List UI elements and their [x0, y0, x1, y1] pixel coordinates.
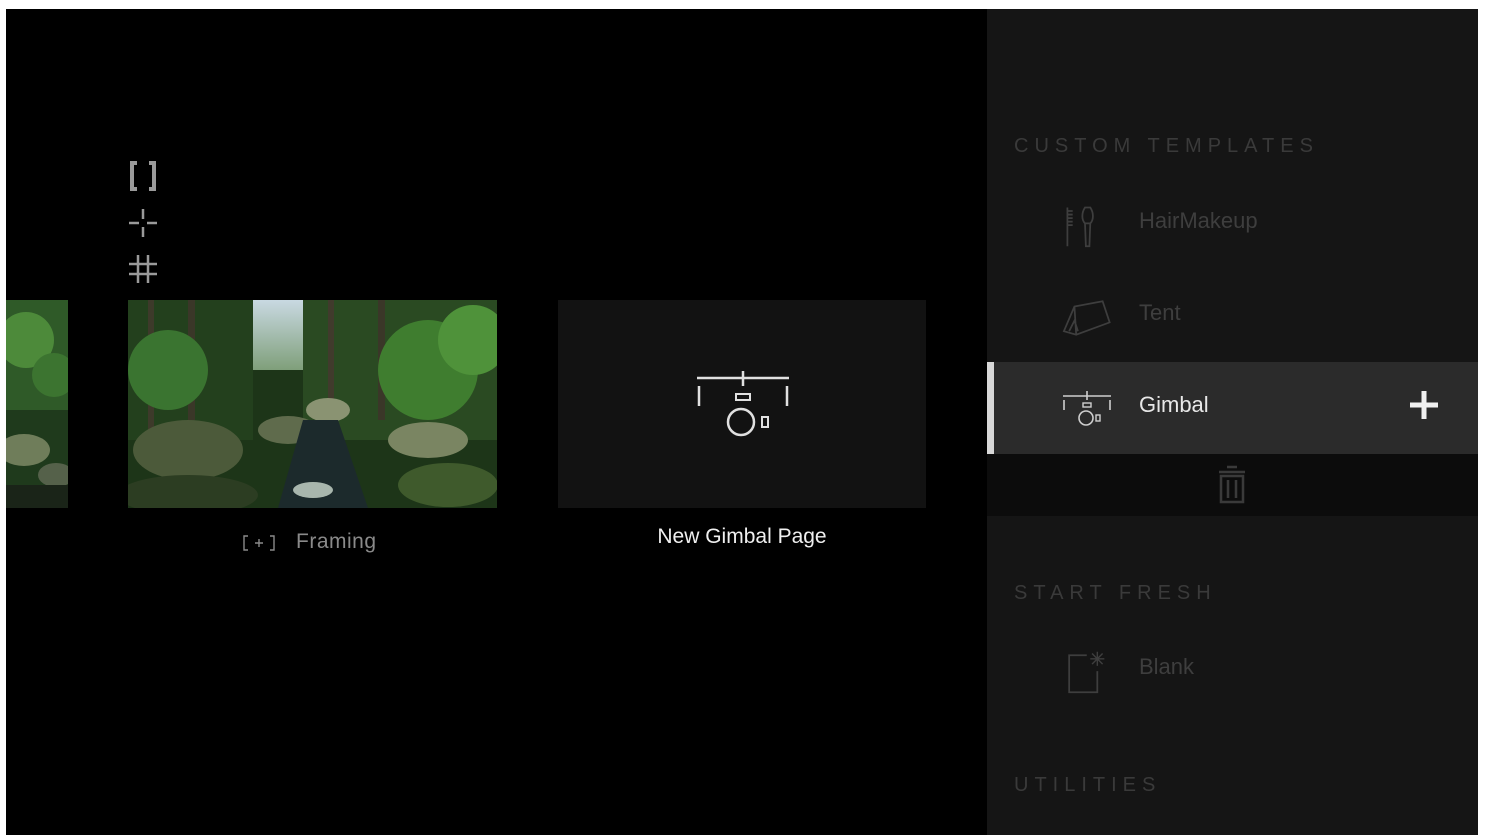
custom-templates-heading: CUSTOM TEMPLATES — [1014, 135, 1319, 157]
forest-image — [6, 300, 68, 508]
template-item-label: HairMakeup — [1139, 208, 1258, 233]
selection-indicator — [987, 362, 994, 454]
previous-page-thumbnail[interactable] — [6, 300, 68, 508]
forest-stream-image — [128, 300, 497, 508]
template-item-hairmakeup[interactable]: HairMakeup — [987, 178, 1478, 270]
tent-icon — [1062, 300, 1111, 336]
template-item-label: Tent — [1139, 300, 1181, 325]
template-panel: CUSTOM TEMPLATES HairMakeup Tent Gimbal … — [987, 9, 1478, 835]
add-icon[interactable] — [1407, 388, 1441, 422]
framing-icon — [243, 535, 275, 551]
crosshair-icon[interactable] — [126, 206, 160, 240]
delete-strip — [987, 454, 1478, 516]
gimbal-icon — [697, 371, 789, 437]
template-item-gimbal[interactable]: Gimbal — [987, 362, 1478, 454]
new-gimbal-page-thumbnail[interactable] — [558, 300, 926, 508]
bracket-frame-icon[interactable] — [126, 159, 160, 193]
blank-page-icon — [1068, 651, 1105, 694]
template-item-tent[interactable]: Tent — [987, 270, 1478, 362]
screen: Framing New Gimbal Page CUSTOM TEMPLATES… — [6, 9, 1478, 835]
trash-icon[interactable] — [1215, 464, 1249, 504]
utilities-heading: UTILITIES — [1014, 774, 1162, 796]
new-gimbal-page-label: New Gimbal Page — [657, 525, 827, 548]
hair-makeup-icon — [1066, 206, 1094, 248]
start-fresh-heading: START FRESH — [1014, 582, 1217, 604]
template-item-blank[interactable]: Blank — [987, 624, 1478, 716]
gimbal-icon — [1063, 391, 1111, 426]
framing-label: Framing — [296, 530, 377, 553]
template-item-label: Blank — [1139, 654, 1195, 679]
template-item-label: Gimbal — [1139, 392, 1209, 417]
framing-page-thumbnail[interactable] — [128, 300, 497, 508]
grid-icon[interactable] — [126, 252, 160, 286]
